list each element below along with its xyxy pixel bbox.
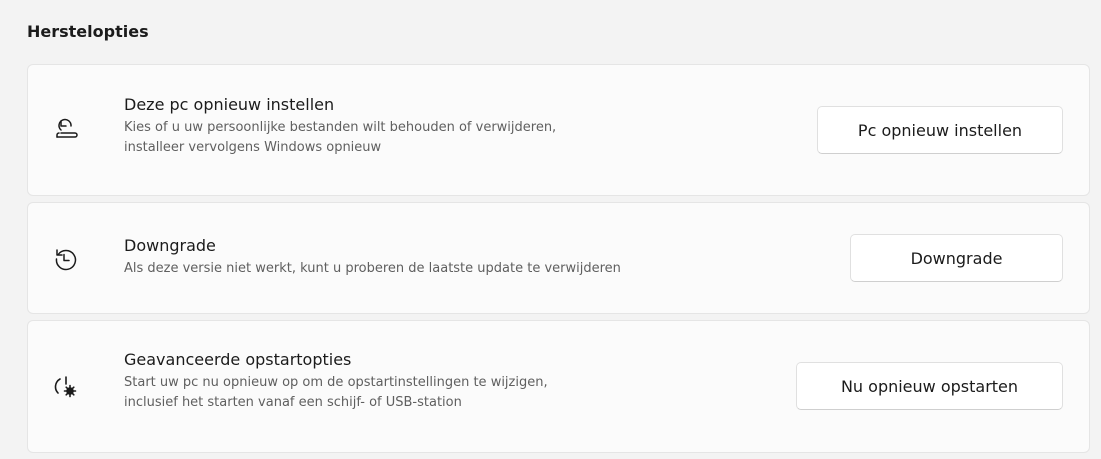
reset-pc-description: Kies of u uw persoonlijke bestanden wilt…	[124, 120, 557, 155]
reset-pc-card: Deze pc opnieuw instellen Kies of u uw p…	[27, 64, 1090, 196]
section-title: Herstelopties	[27, 22, 149, 41]
downgrade-button[interactable]: Downgrade	[850, 234, 1063, 282]
reset-pc-title: Deze pc opnieuw instellen	[124, 95, 335, 114]
advanced-startup-icon	[52, 373, 80, 401]
downgrade-card: Downgrade Als deze versie niet werkt, ku…	[27, 202, 1090, 314]
downgrade-description: Als deze versie niet werkt, kunt u probe…	[124, 261, 621, 276]
downgrade-title: Downgrade	[124, 236, 216, 255]
advanced-startup-title: Geavanceerde opstartopties	[124, 350, 352, 369]
advanced-startup-card: Geavanceerde opstartopties Start uw pc n…	[27, 320, 1090, 453]
advanced-startup-text: Geavanceerde opstartopties Start uw pc n…	[124, 349, 548, 413]
reset-pc-text: Deze pc opnieuw instellen Kies of u uw p…	[124, 94, 556, 158]
downgrade-text: Downgrade Als deze versie niet werkt, ku…	[124, 235, 621, 279]
restart-now-button[interactable]: Nu opnieuw opstarten	[796, 362, 1063, 410]
reset-pc-icon	[52, 116, 80, 144]
history-icon	[52, 245, 80, 273]
reset-pc-button[interactable]: Pc opnieuw instellen	[817, 106, 1063, 154]
advanced-startup-description: Start uw pc nu opnieuw op om de opstarti…	[124, 375, 548, 410]
recovery-options-page: Herstelopties Deze pc opnieuw instellen …	[0, 0, 1101, 459]
